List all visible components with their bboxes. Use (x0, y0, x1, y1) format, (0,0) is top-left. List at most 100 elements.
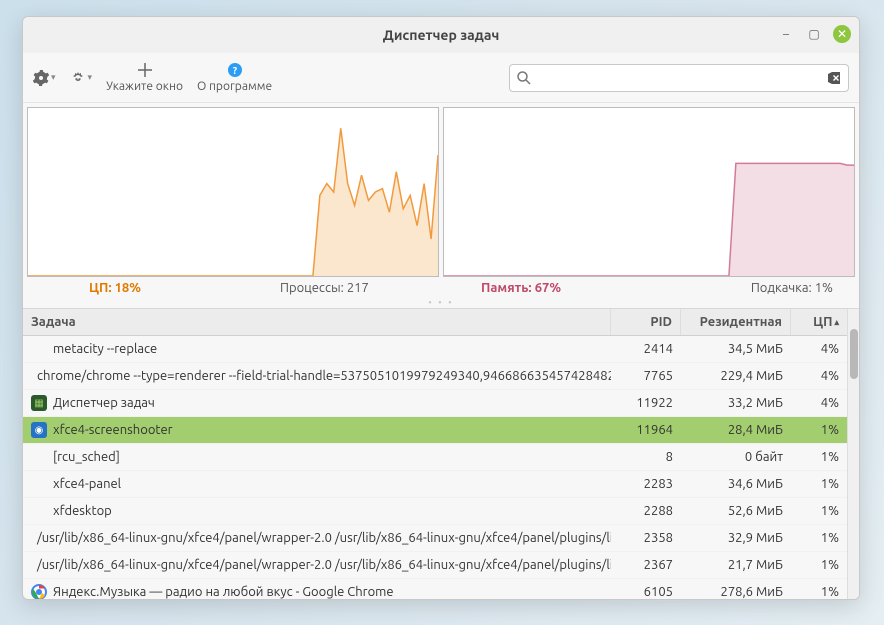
task-mgr-icon: ▦ (31, 395, 47, 411)
cell-cpu: 1% (791, 585, 847, 599)
swap-usage-label: Подкачка: 1% (657, 281, 853, 295)
table-header: Задача PID Резидентная ЦП ▴ (23, 309, 847, 336)
window-controls: – ▢ ✕ (777, 25, 851, 43)
cell-cpu: 1% (791, 423, 847, 437)
process-table[interactable]: Задача PID Резидентная ЦП ▴ metacity --r… (23, 309, 847, 599)
blank-icon (31, 449, 47, 465)
cell-res: 32,9 МиБ (681, 531, 791, 545)
cell-task: chrome/chrome --type=renderer --field-tr… (23, 368, 611, 384)
cell-pid: 2414 (611, 342, 681, 356)
column-resident[interactable]: Резидентная (681, 309, 791, 335)
cell-res: 34,5 МиБ (681, 342, 791, 356)
cell-task: xfdesktop (23, 503, 611, 519)
task-manager-window: Диспетчер задач – ▢ ✕ ▾ ▾ (22, 16, 860, 600)
scrollbar-thumb[interactable] (850, 329, 858, 379)
screenshot-icon: ◉ (31, 422, 47, 438)
chrome-icon (31, 584, 47, 599)
table-row[interactable]: Яндекс.Музыка — радио на любой вкус - Go… (23, 579, 847, 599)
gear-small-icon (70, 70, 86, 86)
cell-res: 52,6 МиБ (681, 504, 791, 518)
cell-pid: 2367 (611, 558, 681, 572)
search-icon (516, 70, 532, 86)
identify-window-button[interactable]: Укажите окно (106, 62, 183, 93)
cell-task: xfce4-panel (23, 476, 611, 492)
cpu-graph (27, 107, 439, 277)
svg-text:?: ? (232, 65, 237, 76)
cell-task: metacity --replace (23, 341, 611, 357)
table-row[interactable]: xfdesktop228852,6 МиБ1% (23, 498, 847, 525)
vertical-scrollbar[interactable] (847, 309, 859, 599)
column-cpu-label: ЦП (813, 315, 832, 329)
blank-icon (31, 476, 47, 492)
identify-window-label: Укажите окно (106, 80, 183, 93)
table-row[interactable]: ▦Диспетчер задач1192233,2 МиБ4% (23, 390, 847, 417)
cell-task: Яндекс.Музыка — радио на любой вкус - Go… (23, 584, 611, 599)
cell-pid: 8 (611, 450, 681, 464)
close-button[interactable]: ✕ (833, 25, 851, 43)
chevron-down-icon: ▾ (51, 72, 56, 83)
table-row[interactable]: xfce4-panel228334,6 МиБ1% (23, 471, 847, 498)
process-table-area: Задача PID Резидентная ЦП ▴ metacity --r… (23, 308, 859, 599)
table-row[interactable]: metacity --replace 241434,5 МиБ4% (23, 336, 847, 363)
task-name: metacity --replace (53, 342, 157, 356)
process-count-label: Процессы: 217 (250, 281, 441, 295)
about-label: О программе (197, 80, 272, 93)
titlebar[interactable]: Диспетчер задач – ▢ ✕ (23, 17, 859, 53)
cell-cpu: 1% (791, 477, 847, 491)
column-task[interactable]: Задача (23, 309, 611, 335)
table-row[interactable]: /usr/lib/x86_64-linux-gnu/xfce4/panel/wr… (23, 525, 847, 552)
memory-usage-label: Память: 67% (441, 281, 657, 295)
cell-cpu: 4% (791, 396, 847, 410)
clear-search-icon[interactable] (826, 70, 842, 86)
cell-pid: 7765 (611, 369, 681, 383)
table-row[interactable]: /usr/lib/x86_64-linux-gnu/xfce4/panel/wr… (23, 552, 847, 579)
window-title: Диспетчер задач (383, 27, 500, 43)
column-cpu[interactable]: ЦП ▴ (791, 309, 847, 335)
blank-icon (31, 503, 47, 519)
task-name: Яндекс.Музыка — радио на любой вкус - Go… (53, 585, 394, 599)
cell-res: 0 байт (681, 450, 791, 464)
task-name: /usr/lib/x86_64-linux-gnu/xfce4/panel/wr… (37, 558, 611, 572)
minimize-button[interactable]: – (777, 25, 795, 43)
gear-icon (33, 70, 49, 86)
cell-res: 21,7 МиБ (681, 558, 791, 572)
settings-menu-button[interactable]: ▾ (33, 70, 56, 86)
help-icon: ? (227, 62, 243, 78)
cell-cpu: 1% (791, 504, 847, 518)
task-name: [rcu_sched] (53, 450, 120, 464)
cpu-usage-label: ЦП: 18% (29, 281, 250, 295)
table-row[interactable]: [rcu_sched] 80 байт1% (23, 444, 847, 471)
toolbar: ▾ ▾ Укажите окно ? О программе (23, 53, 859, 103)
search-input[interactable] (532, 70, 826, 85)
task-name: chrome/chrome --type=renderer --field-tr… (37, 369, 611, 383)
cell-res: 229,4 МиБ (681, 369, 791, 383)
cell-cpu: 1% (791, 558, 847, 572)
cell-res: 278,6 МиБ (681, 585, 791, 599)
cell-cpu: 1% (791, 531, 847, 545)
cell-task: [rcu_sched] (23, 449, 611, 465)
cell-cpu: 4% (791, 342, 847, 356)
cell-pid: 2358 (611, 531, 681, 545)
task-name: xfce4-screenshooter (53, 423, 173, 437)
cell-pid: 6105 (611, 585, 681, 599)
cell-pid: 2288 (611, 504, 681, 518)
blank-icon (31, 341, 47, 357)
cell-res: 34,6 МиБ (681, 477, 791, 491)
table-row[interactable]: chrome/chrome --type=renderer --field-tr… (23, 363, 847, 390)
refresh-menu-button[interactable]: ▾ (70, 70, 93, 86)
task-name: xfce4-panel (53, 477, 121, 491)
sort-ascending-icon: ▴ (834, 317, 839, 328)
cell-res: 28,4 МиБ (681, 423, 791, 437)
cell-task: /usr/lib/x86_64-linux-gnu/xfce4/panel/wr… (23, 530, 611, 546)
column-pid[interactable]: PID (611, 309, 681, 335)
search-box[interactable] (509, 64, 849, 92)
about-button[interactable]: ? О программе (197, 62, 272, 93)
crosshair-icon (137, 62, 153, 78)
task-name: Диспетчер задач (53, 396, 155, 410)
cell-res: 33,2 МиБ (681, 396, 791, 410)
maximize-button[interactable]: ▢ (805, 25, 823, 43)
table-row[interactable]: ◉xfce4-screenshooter1196428,4 МиБ1% (23, 417, 847, 444)
pane-resize-handle[interactable]: • • • (23, 297, 859, 308)
cell-cpu: 1% (791, 450, 847, 464)
cell-task: ◉ xfce4-screenshooter (23, 422, 611, 438)
